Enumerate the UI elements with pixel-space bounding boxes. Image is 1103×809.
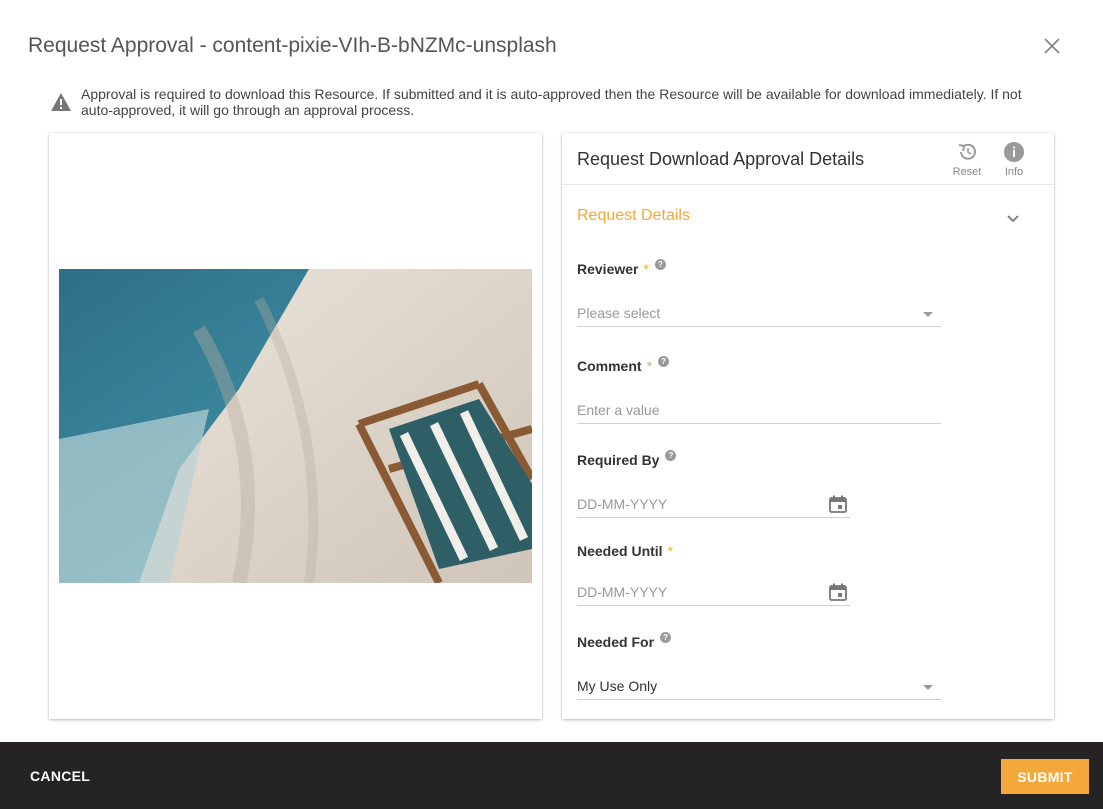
panel-header: Request Download Approval Details Reset … (562, 133, 1054, 185)
required-by-label: Required By ? (577, 449, 677, 468)
reset-button[interactable]: Reset (947, 141, 987, 178)
notice-text: Approval is required to download this Re… (81, 86, 1022, 118)
needed-until-date-field[interactable]: DD-MM-YYYY (577, 580, 850, 606)
dialog-title: Request Approval - content-pixie-VIh-B-b… (28, 34, 557, 57)
required-marker: * (643, 261, 649, 277)
needed-for-label-text: Needed For (577, 634, 655, 650)
help-icon[interactable]: ? (665, 449, 677, 461)
help-icon[interactable]: ? (658, 355, 670, 367)
dialog-footer: CANCEL SUBMIT (0, 742, 1103, 809)
approval-details-panel: Request Download Approval Details Reset … (562, 133, 1054, 719)
reset-label: Reset (952, 166, 982, 178)
approval-notice: Approval is required to download this Re… (50, 86, 1040, 118)
panel-title: Request Download Approval Details (577, 149, 865, 169)
needed-for-value: My Use Only (577, 678, 658, 694)
needed-until-label: Needed Until * (577, 543, 673, 559)
close-button[interactable] (1042, 36, 1062, 56)
comment-placeholder: Enter a value (577, 402, 660, 418)
reviewer-select[interactable]: Please select (577, 301, 941, 327)
reviewer-placeholder: Please select (577, 305, 661, 321)
reset-icon (958, 143, 976, 160)
chevron-down-icon[interactable] (1006, 211, 1020, 229)
info-button[interactable]: Info (994, 141, 1034, 178)
calendar-icon[interactable] (828, 582, 848, 605)
required-by-placeholder: DD-MM-YYYY (577, 496, 668, 512)
needed-until-placeholder: DD-MM-YYYY (577, 584, 668, 600)
reviewer-label-text: Reviewer (577, 261, 639, 277)
help-icon[interactable]: ? (654, 258, 666, 270)
cancel-button[interactable]: CANCEL (30, 768, 90, 784)
resource-preview-image (59, 269, 532, 583)
needed-for-select[interactable]: My Use Only (577, 674, 941, 700)
dropdown-arrow-icon (923, 685, 933, 690)
calendar-icon[interactable] (828, 494, 848, 517)
required-by-label-text: Required By (577, 452, 660, 468)
section-title-request-details[interactable]: Request Details (577, 207, 690, 225)
comment-label: Comment * ? (577, 355, 670, 374)
info-icon (1004, 142, 1024, 162)
needed-until-label-text: Needed Until (577, 543, 663, 559)
submit-button[interactable]: SUBMIT (1001, 759, 1089, 794)
needed-for-label: Needed For ? (577, 631, 672, 650)
info-label: Info (1004, 166, 1024, 178)
help-icon[interactable]: ? (660, 631, 672, 643)
required-by-date-field[interactable]: DD-MM-YYYY (577, 492, 850, 518)
dropdown-arrow-icon (923, 312, 933, 317)
reviewer-label: Reviewer * ? (577, 258, 666, 277)
comment-field[interactable]: Enter a value (577, 398, 941, 424)
required-marker: * (646, 358, 653, 374)
required-marker: * (667, 543, 674, 559)
warning-icon (51, 93, 71, 111)
close-icon (1044, 38, 1060, 54)
preview-card (49, 133, 542, 719)
comment-label-text: Comment (577, 358, 642, 374)
